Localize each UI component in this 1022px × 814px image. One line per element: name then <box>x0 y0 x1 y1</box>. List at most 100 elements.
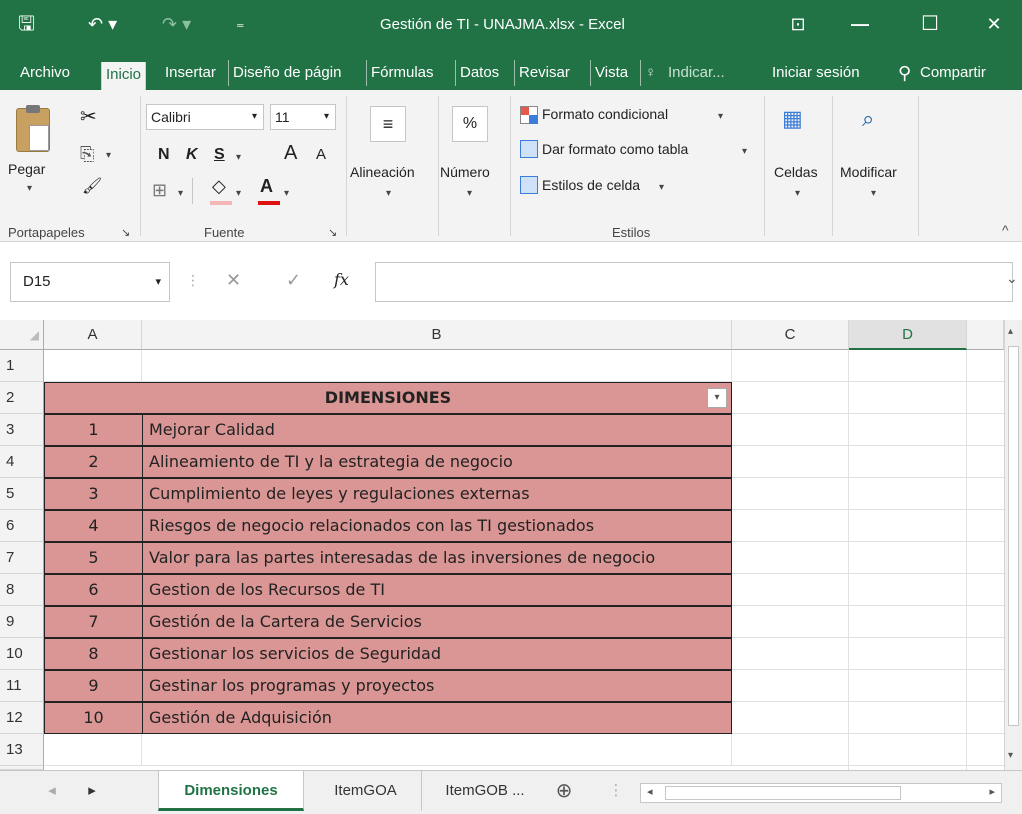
sheet-tab-dimensiones[interactable]: Dimensiones <box>158 771 304 811</box>
sign-in-link[interactable]: Iniciar sesión <box>768 60 864 86</box>
cell-a13[interactable] <box>44 734 142 766</box>
lightbulb-icon[interactable]: ♀ <box>640 60 662 86</box>
horizontal-scrollbar[interactable]: ◂ ▸ <box>640 783 1002 803</box>
redo-icon[interactable]: ↷ ▾ <box>162 12 191 36</box>
font-launcher-icon[interactable]: ↘ <box>328 226 337 239</box>
italic-button[interactable]: K <box>186 146 198 164</box>
cells-dropdown-icon[interactable]: ▾ <box>795 188 800 199</box>
item-number[interactable]: 8 <box>44 638 142 670</box>
tab-inicio[interactable]: Inicio <box>101 62 147 90</box>
number-dropdown-icon[interactable]: ▾ <box>467 188 472 199</box>
row-header[interactable]: 11 <box>0 670 44 702</box>
borders-icon[interactable]: ⊞ <box>152 180 167 201</box>
item-text[interactable]: Gestionar los servicios de Seguridad <box>142 638 732 670</box>
number-button[interactable]: Número <box>440 164 490 180</box>
tab-insertar[interactable]: Insertar <box>161 60 220 86</box>
share-icon[interactable]: ⚲ <box>894 60 915 86</box>
row-header[interactable]: 12 <box>0 702 44 734</box>
horizontal-scroll-thumb[interactable] <box>665 786 901 800</box>
item-text[interactable]: Cumplimiento de leyes y regulaciones ext… <box>142 478 732 510</box>
vertical-scroll-thumb[interactable] <box>1008 346 1019 726</box>
add-sheet-icon[interactable]: ⊕ <box>550 771 578 811</box>
column-c-cells[interactable] <box>732 350 849 770</box>
name-box[interactable]: D15 ▾ <box>10 262 170 302</box>
editing-button[interactable]: Modificar <box>840 164 897 180</box>
row-header[interactable]: 6 <box>0 510 44 542</box>
close-icon[interactable]: ✕ <box>972 8 1016 40</box>
column-d-cells[interactable] <box>849 350 967 770</box>
item-text[interactable]: Gestión de Adquisición <box>142 702 732 734</box>
bold-button[interactable]: N <box>158 146 170 164</box>
item-text[interactable]: Mejorar Calidad <box>142 414 732 446</box>
table-header[interactable]: DIMENSIONES ▾ <box>44 382 732 414</box>
ribbon-display-icon[interactable]: ⊡ <box>776 8 820 40</box>
row-header[interactable]: 9 <box>0 606 44 638</box>
column-header-next[interactable] <box>967 320 1004 350</box>
maximize-icon[interactable]: ☐ <box>908 8 952 40</box>
search-icon[interactable]: ⌕ <box>862 106 874 132</box>
formula-bar-splitter[interactable]: ⋮ <box>186 272 200 289</box>
cancel-icon[interactable]: ✕ <box>226 270 241 291</box>
save-icon[interactable]: 🖫 <box>18 12 35 36</box>
sheet-tab-itemgoa[interactable]: ItemGOA <box>310 771 422 811</box>
column-header-b[interactable]: B <box>142 320 732 350</box>
grow-font-button[interactable]: A <box>284 142 297 165</box>
filter-dropdown-icon[interactable]: ▾ <box>707 388 727 408</box>
column-header-d[interactable]: D <box>849 320 967 350</box>
item-text[interactable]: Gestion de los Recursos de TI <box>142 574 732 606</box>
item-text[interactable]: Alineamiento de TI y la estrategia de ne… <box>142 446 732 478</box>
format-as-table-button[interactable]: Dar formato como tabla <box>542 141 688 157</box>
row-header[interactable]: 4 <box>0 446 44 478</box>
row-header[interactable]: 5 <box>0 478 44 510</box>
fill-dropdown-icon[interactable]: ▾ <box>236 188 241 199</box>
cells-icon[interactable]: ▦ <box>782 106 803 132</box>
cell-a1[interactable] <box>44 350 142 382</box>
formula-input[interactable] <box>375 262 1013 302</box>
cell-b1[interactable] <box>142 350 732 382</box>
item-number[interactable]: 2 <box>44 446 142 478</box>
scroll-down-icon[interactable]: ▾ <box>1008 750 1013 761</box>
percent-icon[interactable]: % <box>452 106 488 142</box>
item-number[interactable]: 6 <box>44 574 142 606</box>
row-header[interactable]: 2 <box>0 382 44 414</box>
customize-toolbar-icon[interactable]: ₌ <box>236 12 244 36</box>
next-sheet-icon[interactable]: ▸ <box>80 771 104 811</box>
fill-color-icon[interactable]: ◇ <box>212 176 226 197</box>
paste-dropdown-icon[interactable]: ▾ <box>27 183 32 194</box>
item-number[interactable]: 4 <box>44 510 142 542</box>
insert-function-icon[interactable]: fx <box>334 270 349 289</box>
alignment-icon[interactable]: ≡ <box>370 106 406 142</box>
cells-button[interactable]: Celdas <box>774 164 818 180</box>
copy-dropdown-icon[interactable]: ▾ <box>106 150 111 161</box>
alignment-button[interactable]: Alineación <box>350 164 415 180</box>
item-text[interactable]: Riesgos de negocio relacionados con las … <box>142 510 732 542</box>
cut-icon[interactable]: ✂ <box>80 104 97 129</box>
undo-icon[interactable]: ↶ ▾ <box>88 12 117 36</box>
tab-formulas[interactable]: Fórmulas <box>366 60 438 86</box>
sheet-tab-itemgob[interactable]: ItemGOB ... <box>426 771 544 811</box>
prev-sheet-icon[interactable]: ◂ <box>40 771 64 811</box>
tab-diseno[interactable]: Diseño de págin <box>228 60 345 86</box>
underline-dropdown-icon[interactable]: ▾ <box>236 152 241 163</box>
row-header[interactable]: 10 <box>0 638 44 670</box>
copy-icon[interactable]: ⎘ <box>80 144 94 165</box>
paste-icon[interactable] <box>16 105 50 152</box>
underline-button[interactable]: S <box>214 146 225 164</box>
item-number[interactable]: 7 <box>44 606 142 638</box>
scroll-left-icon[interactable]: ◂ <box>647 785 653 798</box>
borders-dropdown-icon[interactable]: ▾ <box>178 188 183 199</box>
row-header[interactable]: 13 <box>0 734 44 766</box>
chevron-down-icon[interactable]: ▾ <box>659 182 664 193</box>
enter-icon[interactable]: ✓ <box>286 270 301 291</box>
tab-vista[interactable]: Vista <box>590 60 632 86</box>
collapse-ribbon-icon[interactable]: ^ <box>1002 222 1009 238</box>
share-button[interactable]: Compartir <box>916 60 990 86</box>
item-text[interactable]: Valor para las partes interesadas de las… <box>142 542 732 574</box>
tab-datos[interactable]: Datos <box>455 60 503 86</box>
paste-button[interactable]: Pegar <box>8 161 45 177</box>
item-number[interactable]: 3 <box>44 478 142 510</box>
chevron-down-icon[interactable]: ▾ <box>742 146 747 157</box>
row-header[interactable]: 1 <box>0 350 44 382</box>
column-header-a[interactable]: A <box>44 320 142 350</box>
cell-b13[interactable] <box>142 734 732 766</box>
